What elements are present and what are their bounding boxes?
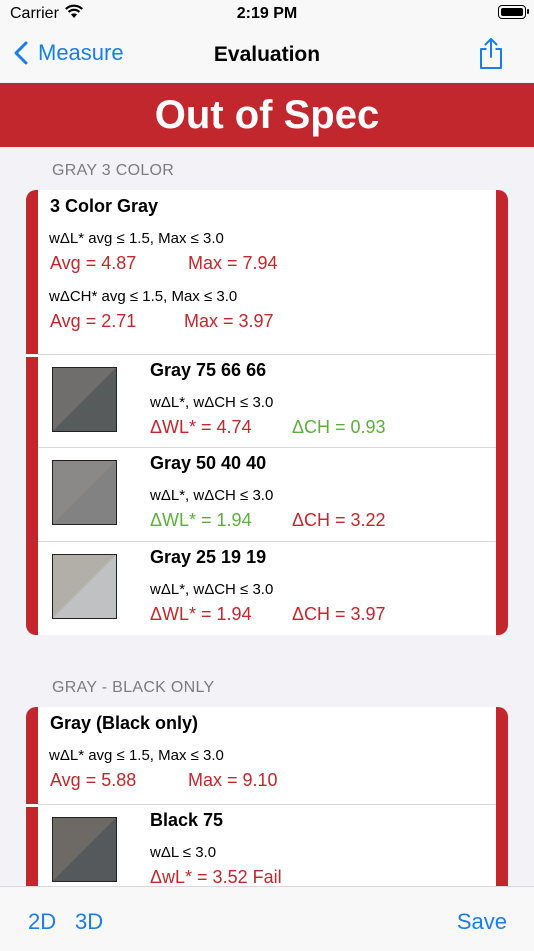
color-swatch [52,460,117,525]
fail-indicator-left [26,707,38,886]
patch-dwl-value: ΔwL* = 3.52 Fail [150,867,282,886]
group-card-gray-black-only: Gray (Black only) wΔL* avg ≤ 1.5, Max ≤ … [26,707,508,886]
share-icon[interactable] [478,36,504,70]
fail-indicator-left [26,190,38,635]
max-dl-value: Max = 9.10 [188,770,278,790]
view-3d-button[interactable]: 3D [75,909,103,935]
color-swatch [52,817,117,882]
status-banner: Out of Spec [0,83,534,147]
fail-indicator-right [496,190,508,635]
avg-dl-value: Avg = 4.87 [50,253,137,273]
avg-dch-value: Avg = 2.71 [50,311,137,331]
patch-criteria: wΔL*, wΔCH ≤ 3.0 [150,394,274,411]
status-bar: Carrier 2:19 PM [0,0,534,28]
patch-dch-value: ΔCH = 0.93 [292,417,386,437]
patch-name: Black 75 [150,810,224,830]
group-title: 3 Color Gray [50,196,159,216]
section-header-gray-3-color: GRAY 3 COLOR [52,162,175,179]
patch-dwl-value: ΔWL* = 1.94 [150,510,252,530]
group-card-gray-3-color: 3 Color Gray wΔL* avg ≤ 1.5, Max ≤ 3.0 A… [26,190,508,635]
patch-row[interactable]: Gray 75 66 66 wΔL*, wΔCH ≤ 3.0 ΔWL* = 4.… [38,354,496,447]
navigation-bar: Measure Evaluation [0,28,534,82]
battery-icon [498,5,529,19]
patch-criteria: wΔL ≤ 3.0 [150,844,217,861]
criteria-dch: wΔCH* avg ≤ 1.5, Max ≤ 3.0 [49,288,238,305]
page-title: Evaluation [213,43,321,66]
avg-dl-value: Avg = 5.88 [50,770,137,790]
group-title: Gray (Black only) [50,713,199,733]
patch-row[interactable]: Black 75 wΔL ≤ 3.0 ΔwL* = 3.52 Fail [38,804,496,886]
max-dch-value: Max = 3.97 [184,311,274,331]
bottom-toolbar: 2D 3D Save [0,886,534,951]
patch-row[interactable]: Gray 25 19 19 wΔL*, wΔCH ≤ 3.0 ΔWL* = 1.… [38,541,496,634]
patch-row[interactable]: Gray 50 40 40 wΔL*, wΔCH ≤ 3.0 ΔWL* = 1.… [38,447,496,540]
clock: 2:19 PM [236,5,298,22]
criteria-dl: wΔL* avg ≤ 1.5, Max ≤ 3.0 [49,230,224,247]
criteria-dl: wΔL* avg ≤ 1.5, Max ≤ 3.0 [49,747,224,764]
max-dl-value: Max = 7.94 [188,253,278,273]
patch-dwl-value: ΔWL* = 1.94 [150,604,252,624]
patch-name: Gray 50 40 40 [150,453,267,473]
patch-dch-value: ΔCH = 3.22 [292,510,386,530]
save-button[interactable]: Save [457,909,507,935]
patch-name: Gray 75 66 66 [150,360,267,380]
color-swatch [52,367,117,432]
fail-indicator-right [496,707,508,886]
color-swatch [52,554,117,619]
patch-criteria: wΔL*, wΔCH ≤ 3.0 [150,581,274,598]
patch-criteria: wΔL*, wΔCH ≤ 3.0 [150,487,274,504]
patch-name: Gray 25 19 19 [150,547,267,567]
patch-dwl-value: ΔWL* = 4.74 [150,417,252,437]
patch-dch-value: ΔCH = 3.97 [292,604,386,624]
evaluation-list[interactable]: GRAY 3 COLOR 3 Color Gray wΔL* avg ≤ 1.5… [0,147,534,886]
view-2d-button[interactable]: 2D [28,909,56,935]
section-header-gray-black-only: GRAY - BLACK ONLY [52,679,215,696]
